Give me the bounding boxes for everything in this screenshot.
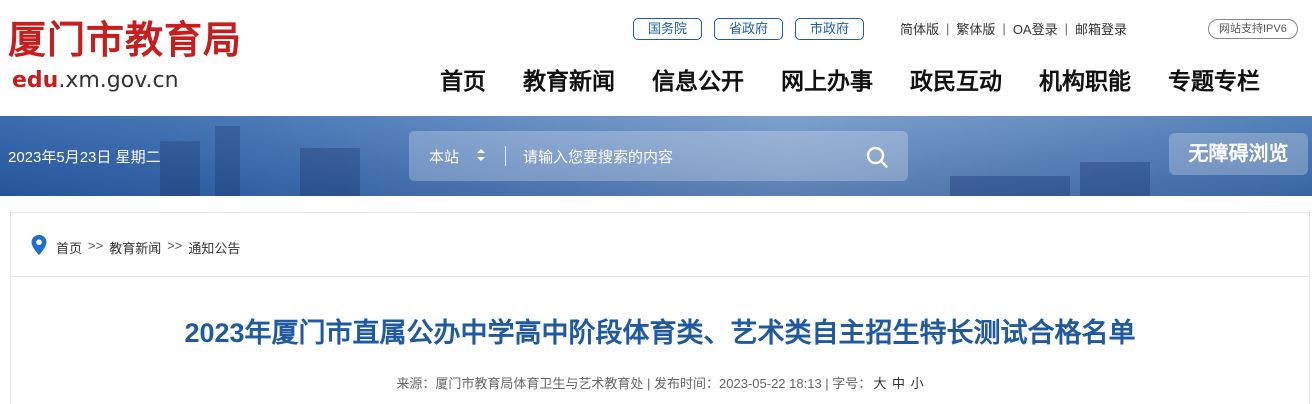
date-label: 发布时间： [654,376,720,391]
location-pin-icon [31,235,47,255]
font-size-label: 字号： [832,376,872,391]
site-logo-domain[interactable]: edu.xm.gov.cn [12,68,179,94]
breadcrumb-path: 首页 >> 教育新闻 >> 通知公告 [56,238,240,257]
logo-domain-rest: .xm.gov.cn [58,68,179,93]
article-source: 厦门市教育局体育卫生与艺术教育处 [435,376,644,391]
nav-info-disclosure[interactable]: 信息公开 [652,64,744,98]
nav-home[interactable]: 首页 [440,64,486,98]
simplified-chinese-link[interactable]: 简体版 [900,19,939,38]
breadcrumb-home[interactable]: 首页 [56,238,82,257]
mail-login-link[interactable]: 邮箱登录 [1075,19,1127,38]
font-size-small[interactable]: 小 [911,376,924,391]
main-nav: 首页 教育新闻 信息公开 网上办事 政民互动 机构职能 专题专栏 [440,64,1260,98]
breadcrumb-education-news[interactable]: 教育新闻 [109,238,161,257]
breadcrumb-separator: >> [167,238,183,253]
breadcrumb-notices[interactable]: 通知公告 [188,238,240,257]
updown-arrows-icon[interactable] [475,145,487,165]
article-meta: 来源：厦门市教育局体育卫生与艺术教育处 | 发布时间：2023-05-22 18… [396,376,924,391]
breadcrumb-separator: >> [88,238,104,253]
site-logo-chinese[interactable]: 厦门市教育局 [8,16,242,64]
separator: | [946,21,950,36]
oa-login-link[interactable]: OA登录 [1013,19,1058,38]
nav-education-news[interactable]: 教育新闻 [523,64,615,98]
search-divider [505,146,506,166]
gov-link-province[interactable]: 省政府 [714,18,784,40]
logo-domain-edu: edu [12,68,59,93]
article-card: 首页 >> 教育新闻 >> 通知公告 2023年厦门市直属公办中学高中阶段体育类… [10,212,1310,404]
nav-organization[interactable]: 机构职能 [1039,64,1131,98]
article-title: 2023年厦门市直属公办中学高中阶段体育类、艺术类自主招生特长测试合格名单 [184,318,1136,348]
breadcrumb: 首页 >> 教育新闻 >> 通知公告 [11,213,1309,277]
nav-public-interaction[interactable]: 政民互动 [910,64,1002,98]
search-box: 本站 请输入您要搜索的内容 [409,131,908,181]
gov-links: 国务院 省政府 市政府 [633,18,865,40]
gov-link-state-council[interactable]: 国务院 [633,18,703,40]
article-date: 2023-05-22 18:13 [719,376,822,391]
search-icon[interactable] [865,145,889,169]
separator: | [1002,21,1006,36]
traditional-chinese-link[interactable]: 繁体版 [956,19,995,38]
site-header: 厦门市教育局 edu.xm.gov.cn 国务院 省政府 市政府 简体版 | 繁… [0,0,1312,116]
gov-link-city[interactable]: 市政府 [795,18,865,40]
search-banner: 2023年5月23日 星期二 本站 请输入您要搜索的内容 无障碍浏览 [0,116,1312,196]
source-label: 来源： [396,376,436,391]
font-size-large[interactable]: 大 [873,376,886,391]
font-size-medium[interactable]: 中 [892,376,905,391]
ipv6-badge: 网站支持IPV6 [1208,19,1298,39]
nav-online-services[interactable]: 网上办事 [781,64,873,98]
separator: | [1064,21,1068,36]
current-date: 2023年5月23日 星期二 [8,149,161,166]
accessibility-button[interactable]: 无障碍浏览 [1169,133,1308,175]
utility-links: 简体版 | 繁体版 | OA登录 | 邮箱登录 [900,19,1127,38]
nav-special-topics[interactable]: 专题专栏 [1168,64,1260,98]
search-scope-select[interactable]: 本站 [429,146,459,167]
search-input[interactable]: 请输入您要搜索的内容 [523,146,673,167]
